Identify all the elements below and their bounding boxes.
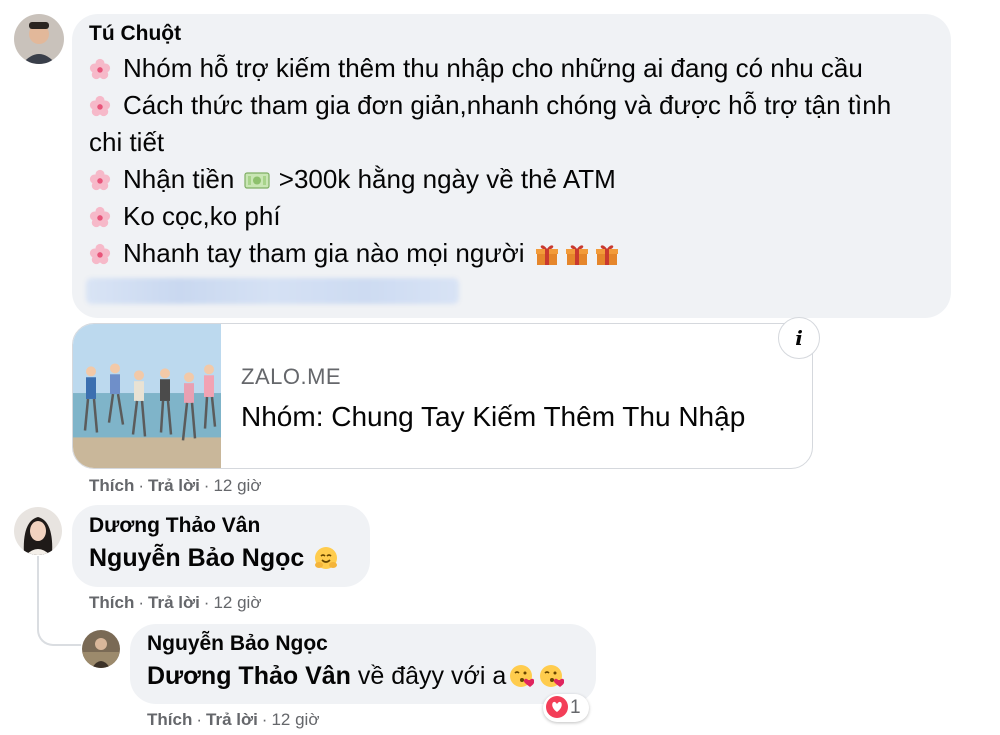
comment-actions: Thích · Trả lời · 12 giờ — [147, 710, 320, 729]
comment-line-5: Nhanh tay tham gia nào mọi người — [89, 238, 622, 268]
hugging-face-icon — [315, 547, 338, 569]
like-button[interactable]: Thích — [89, 476, 134, 495]
cherry-blossom-icon — [89, 95, 111, 117]
dollar-banknote-icon — [243, 172, 270, 189]
cherry-blossom-icon — [89, 243, 111, 265]
reply-button[interactable]: Trả lời — [206, 710, 258, 729]
comment-actions: Thích · Trả lời · 12 giờ — [89, 593, 262, 612]
link-domain: ZALO.ME — [241, 364, 342, 389]
comment-line-1: Nhóm hỗ trợ kiếm thêm thu nhập cho những… — [89, 53, 863, 83]
reply-button[interactable]: Trả lời — [148, 476, 200, 495]
avatar-nguyen-bao-ngoc[interactable] — [82, 630, 120, 668]
mention-link[interactable]: Nguyễn Bảo Ngọc — [89, 544, 304, 572]
cherry-blossom-icon — [89, 58, 111, 80]
comment-timestamp[interactable]: 12 giờ — [213, 593, 261, 612]
comment-line-3: Nhận tiền >300k hằng ngày về thẻ ATM — [89, 164, 616, 194]
gift-icon — [535, 245, 558, 265]
reply-button[interactable]: Trả lời — [148, 593, 200, 612]
cherry-blossom-icon — [89, 206, 111, 228]
comment-author[interactable]: Tú Chuột — [89, 22, 181, 46]
face-blowing-kiss-icon — [540, 665, 565, 687]
gift-icon — [565, 245, 588, 265]
reaction-count-badge[interactable]: 1 — [543, 694, 589, 722]
link-title[interactable]: Nhóm: Chung Tay Kiếm Thêm Thu Nhập — [241, 401, 745, 433]
blurred-link-text — [86, 278, 459, 304]
comment-text: Dương Thảo Vân về đâyy với a — [147, 662, 566, 691]
heart-reaction-icon — [546, 696, 568, 718]
info-icon[interactable]: i — [778, 317, 820, 359]
avatar-tu-chuot[interactable] — [14, 14, 64, 64]
link-preview-card[interactable]: ZALO.ME Nhóm: Chung Tay Kiếm Thêm Thu Nh… — [72, 323, 813, 469]
comment-author[interactable]: Dương Thảo Vân — [89, 514, 260, 538]
link-thumbnail-image — [73, 324, 221, 468]
comment-author[interactable]: Nguyễn Bảo Ngọc — [147, 632, 328, 656]
comment-text: Nguyễn Bảo Ngọc — [89, 544, 341, 573]
gift-icon — [595, 245, 618, 265]
avatar-duong-thao-van[interactable] — [14, 507, 62, 555]
comment-line-2-wrap: chi tiết — [89, 127, 165, 157]
mention-link[interactable]: Dương Thảo Vân — [147, 662, 351, 690]
comment-timestamp[interactable]: 12 giờ — [271, 710, 319, 729]
face-blowing-kiss-icon — [510, 665, 535, 687]
like-button[interactable]: Thích — [147, 710, 192, 729]
comment-line-4: Ko cọc,ko phí — [89, 201, 281, 231]
comment-actions: Thích · Trả lời · 12 giờ — [89, 476, 262, 495]
cherry-blossom-icon — [89, 169, 111, 191]
comment-line-2: Cách thức tham gia đơn giản,nhanh chóng … — [89, 90, 891, 120]
comment-timestamp[interactable]: 12 giờ — [213, 476, 261, 495]
like-button[interactable]: Thích — [89, 593, 134, 612]
